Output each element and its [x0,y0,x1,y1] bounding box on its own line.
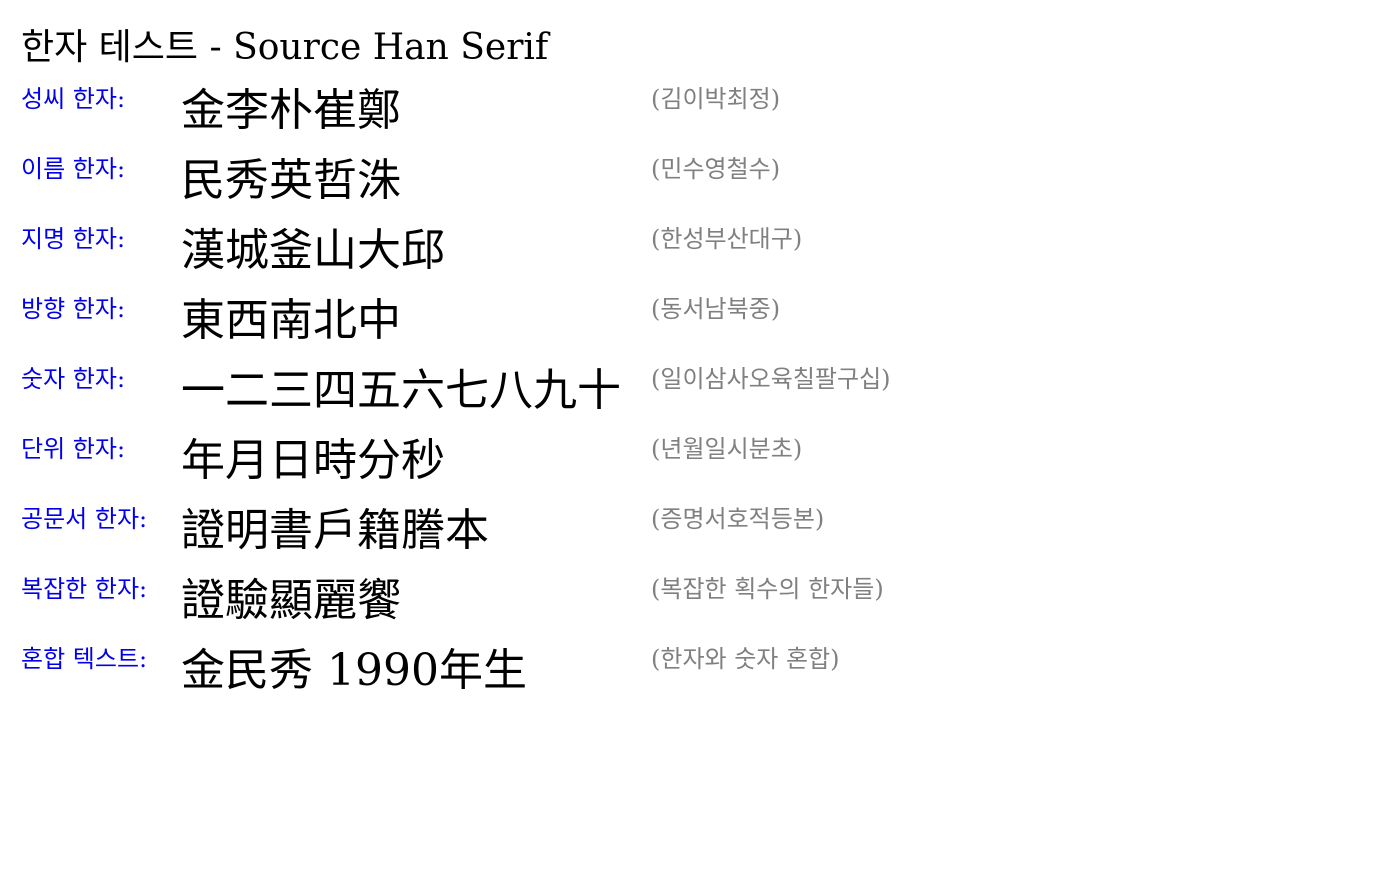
row-reading: (한자와 숫자 혼합) [651,645,840,673]
row-reading: (년월일시분초) [651,435,803,463]
row-label: 숫자 한자: [21,365,126,393]
row-label: 지명 한자: [21,225,126,253]
row-reading: (복잡한 획수의 한자들) [651,575,884,603]
row-hanja: 年月日時分秒 [181,435,445,486]
row-surname: 성씨 한자: 金李朴崔鄭 (김이박최정) [21,82,1381,152]
row-reading: (민수영철수) [651,155,781,183]
row-hanja: 一二三四五六七八九十 [181,365,621,416]
row-mixed-text: 혼합 텍스트: 金民秀 1990年生 (한자와 숫자 혼합) [21,642,1381,712]
row-label: 혼합 텍스트: [21,645,148,673]
row-reading: (일이삼사오육칠팔구십) [651,365,891,393]
row-place-name: 지명 한자: 漢城釜山大邱 (한성부산대구) [21,222,1381,292]
row-hanja: 東西南北中 [181,295,401,346]
row-hanja: 金民秀 1990年生 [181,645,527,696]
row-unit: 단위 한자: 年月日時分秒 (년월일시분초) [21,432,1381,502]
row-label: 공문서 한자: [21,505,148,533]
row-label: 단위 한자: [21,435,126,463]
row-hanja: 證明書戶籍謄本 [181,505,489,556]
row-reading: (증명서호적등본) [651,505,825,533]
row-reading: (김이박최정) [651,85,781,113]
row-reading: (동서남북중) [651,295,781,323]
row-label: 성씨 한자: [21,85,126,113]
row-number: 숫자 한자: 一二三四五六七八九十 (일이삼사오육칠팔구십) [21,362,1381,432]
row-complex: 복잡한 한자: 證驗顯麗饗 (복잡한 획수의 한자들) [21,572,1381,642]
row-label: 방향 한자: [21,295,126,323]
hanja-rows: 성씨 한자: 金李朴崔鄭 (김이박최정) 이름 한자: 民秀英哲洙 (민수영철수… [21,82,1381,712]
row-label: 복잡한 한자: [21,575,148,603]
row-official-document: 공문서 한자: 證明書戶籍謄本 (증명서호적등본) [21,502,1381,572]
row-hanja: 金李朴崔鄭 [181,85,401,136]
row-given-name: 이름 한자: 民秀英哲洙 (민수영철수) [21,152,1381,222]
row-hanja: 證驗顯麗饗 [181,575,401,626]
row-label: 이름 한자: [21,155,126,183]
hanja-test-page: 한자 테스트 - Source Han Serif 성씨 한자: 金李朴崔鄭 (… [21,26,1381,712]
row-hanja: 民秀英哲洙 [181,155,401,206]
row-direction: 방향 한자: 東西南北中 (동서남북중) [21,292,1381,362]
row-reading: (한성부산대구) [651,225,803,253]
row-hanja: 漢城釜山大邱 [181,225,445,276]
page-title: 한자 테스트 - Source Han Serif [21,27,549,68]
